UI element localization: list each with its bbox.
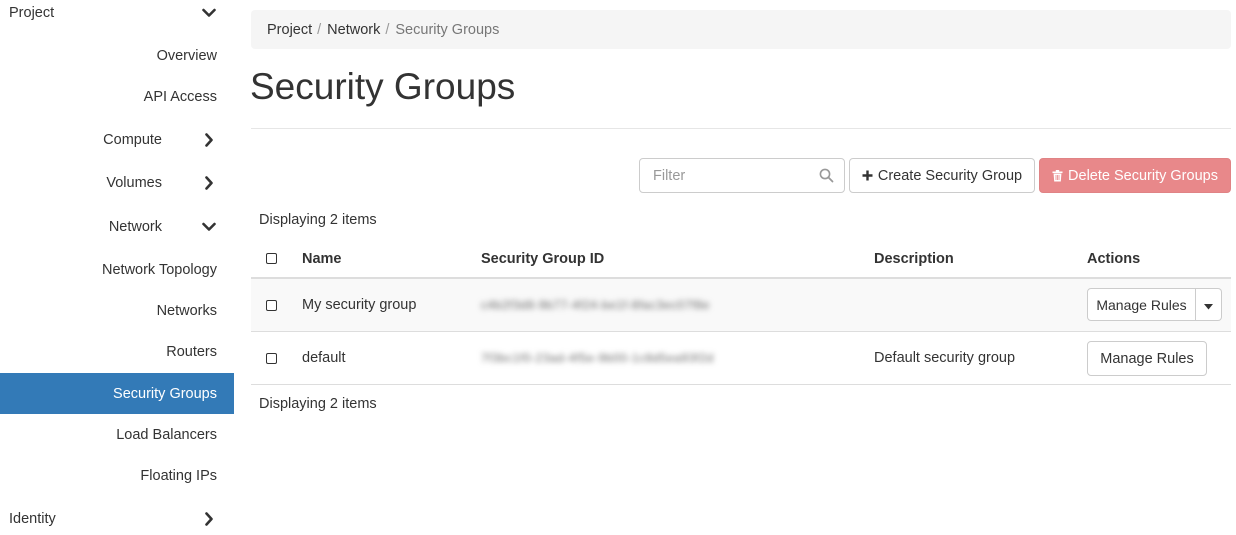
manage-rules-button[interactable]: Manage Rules <box>1087 288 1196 321</box>
trash-icon <box>1052 169 1063 182</box>
create-security-group-button[interactable]: Create Security Group <box>849 158 1035 193</box>
row-id: 7f3bc1f0-23ad-4f5e-9b00-1c8d5ea93f2d <box>481 351 714 365</box>
page-title: Security Groups <box>250 66 516 107</box>
security-groups-table: Name Security Group ID Description Actio… <box>251 240 1231 385</box>
sidebar-item-security-groups[interactable]: Security Groups <box>0 373 234 414</box>
sidebar-item-label: Volumes <box>106 174 162 191</box>
column-header-description[interactable]: Description <box>874 240 954 277</box>
create-security-group-label: Create Security Group <box>877 167 1023 184</box>
row-checkbox[interactable] <box>266 352 277 364</box>
sidebar-item-identity[interactable]: Identity <box>0 498 234 535</box>
sidebar-item-label: Overview <box>156 47 217 64</box>
sidebar-item-volumes[interactable]: Volumes <box>0 162 234 203</box>
sidebar-item-networks[interactable]: Networks <box>0 290 234 331</box>
column-header-id[interactable]: Security Group ID <box>481 240 604 277</box>
item-count-footer: Displaying 2 items <box>259 396 377 412</box>
chevron-right-icon <box>202 511 216 526</box>
sidebar-item-network-topology[interactable]: Network Topology <box>0 249 234 290</box>
manage-rules-button[interactable]: Manage Rules <box>1087 341 1207 376</box>
breadcrumb-item-project[interactable]: Project <box>267 22 312 38</box>
sidebar-item-api-access[interactable]: API Access <box>0 76 234 117</box>
table-row: default 7f3bc1f0-23ad-4f5e-9b00-1c8d5ea9… <box>251 332 1231 385</box>
breadcrumb-item-network[interactable]: Network <box>327 22 380 38</box>
chevron-down-icon <box>202 6 216 20</box>
plus-icon <box>862 170 873 181</box>
caret-down-icon <box>1204 297 1213 313</box>
sidebar-item-label: Load Balancers <box>116 426 217 443</box>
sidebar-item-label: Floating IPs <box>140 467 217 484</box>
chevron-right-icon <box>202 175 216 190</box>
sidebar-item-label: Network <box>108 218 162 235</box>
breadcrumb: Project / Network / Security Groups <box>251 10 1231 49</box>
row-select-cell <box>266 332 277 384</box>
sidebar-item-label: Network Topology <box>102 261 217 278</box>
row-id: c4b2f3d8-9b77-4f24-be1f-8fac3ec07f8e <box>481 298 710 312</box>
chevron-right-icon <box>202 132 216 147</box>
select-all-checkbox[interactable] <box>266 253 277 264</box>
manage-rules-split-button: Manage Rules <box>1087 288 1222 321</box>
chevron-down-icon <box>202 220 216 234</box>
select-all-cell <box>266 240 277 277</box>
search-icon[interactable] <box>819 168 834 186</box>
row-name[interactable]: default <box>302 332 346 384</box>
title-divider <box>251 128 1231 129</box>
row-name[interactable]: My security group <box>302 279 416 331</box>
sidebar-item-label: Project <box>9 4 55 21</box>
filter-input[interactable] <box>653 167 813 184</box>
column-header-name[interactable]: Name <box>302 240 342 277</box>
sidebar-item-floating-ips[interactable]: Floating IPs <box>0 455 234 496</box>
row-description: Default security group <box>874 350 1016 366</box>
sidebar-item-label: API Access <box>143 88 217 105</box>
breadcrumb-separator: / <box>317 21 322 38</box>
sidebar-item-compute[interactable]: Compute <box>0 119 234 160</box>
row-select-cell <box>266 279 277 331</box>
delete-security-groups-label: Delete Security Groups <box>1068 167 1218 184</box>
sidebar-item-load-balancers[interactable]: Load Balancers <box>0 414 234 455</box>
breadcrumb-item-current: Security Groups <box>395 21 500 38</box>
sidebar-item-label: Networks <box>156 302 217 319</box>
table-header: Name Security Group ID Description Actio… <box>251 240 1231 279</box>
sidebar-item-network[interactable]: Network <box>0 206 234 247</box>
filter-box <box>639 158 845 193</box>
actions-dropdown-toggle[interactable] <box>1196 288 1222 321</box>
sidebar-item-label: Identity <box>9 510 56 527</box>
sidebar: Project Overview API Access Compute Volu… <box>0 0 234 535</box>
row-checkbox[interactable] <box>266 299 277 311</box>
table-row: My security group c4b2f3d8-9b77-4f24-be1… <box>251 279 1231 332</box>
sidebar-item-label: Compute <box>103 131 162 148</box>
sidebar-item-routers[interactable]: Routers <box>0 331 234 372</box>
column-header-actions: Actions <box>1087 250 1141 267</box>
breadcrumb-separator: / <box>385 21 390 38</box>
sidebar-item-project[interactable]: Project <box>0 0 234 33</box>
sidebar-item-label: Routers <box>166 343 217 360</box>
sidebar-item-overview[interactable]: Overview <box>0 35 234 76</box>
item-count: Displaying 2 items <box>259 212 377 228</box>
delete-security-groups-button[interactable]: Delete Security Groups <box>1039 158 1231 193</box>
sidebar-item-label: Security Groups <box>113 385 217 402</box>
